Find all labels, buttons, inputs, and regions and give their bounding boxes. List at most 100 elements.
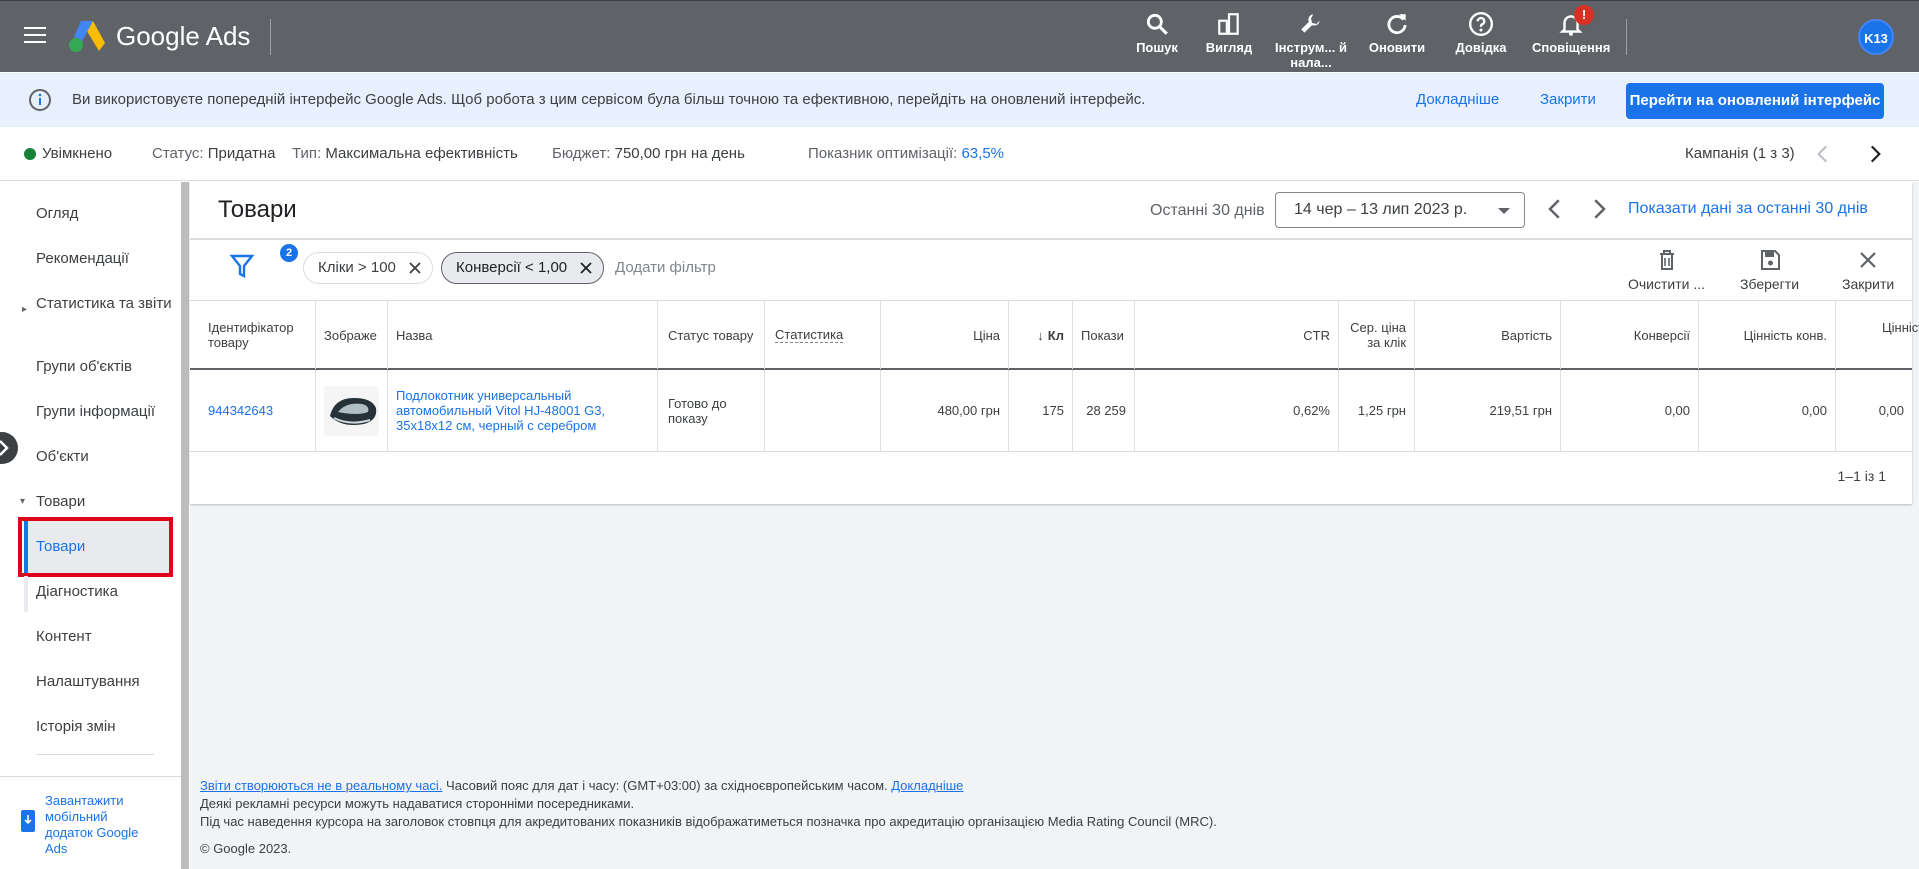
column-header-impressions[interactable]: Покази bbox=[1073, 301, 1135, 369]
refresh-button[interactable]: Оновити bbox=[1360, 11, 1434, 55]
search-label: Пошук bbox=[1136, 40, 1178, 55]
product-image[interactable] bbox=[324, 385, 379, 436]
budget-value: 750,00 грн на день bbox=[614, 145, 745, 162]
column-header-conv-value[interactable]: Цінність конв. bbox=[1699, 301, 1836, 369]
column-header-avg-cpc[interactable]: Сер. ціна за клік bbox=[1339, 301, 1415, 369]
view-label: Вигляд bbox=[1205, 40, 1253, 55]
cell-id: 944342643 bbox=[190, 370, 316, 451]
sort-down-icon: ↓ bbox=[1037, 327, 1044, 343]
google-ads-logo bbox=[69, 21, 105, 52]
budget-label: Бюджет: bbox=[552, 145, 611, 162]
product-title-link[interactable]: Подлокотник универсальный автомобильный … bbox=[396, 388, 627, 433]
trash-icon bbox=[1659, 250, 1674, 270]
type-value: Максимальна ефективність bbox=[325, 145, 518, 162]
table-pagination: 1–1 із 1 bbox=[1837, 468, 1886, 484]
footer-line-3: Під час наведення курсора на заголовок с… bbox=[200, 814, 1217, 829]
cell-ctr: 0,62% bbox=[1135, 370, 1339, 451]
cell-statistics bbox=[765, 370, 881, 451]
switch-interface-button[interactable]: Перейти на оновлений інтерфейс bbox=[1626, 83, 1884, 119]
column-header-conv-value-cost[interactable]: Цінність конв./ вартість bbox=[1836, 301, 1919, 369]
notifications-label: Сповіщення bbox=[1532, 40, 1611, 55]
column-header-statistics[interactable]: Статистика bbox=[765, 301, 881, 369]
wrench-icon bbox=[1274, 11, 1348, 37]
optimization-value[interactable]: 63,5% bbox=[961, 145, 1004, 162]
filter-chip-conversions[interactable]: Конверсії < 1,00 bbox=[441, 252, 605, 284]
sidebar-item-products-group[interactable]: Товари bbox=[36, 493, 85, 511]
view-button[interactable]: Вигляд bbox=[1192, 11, 1266, 55]
tools-button[interactable]: Інструм... й нала... bbox=[1274, 11, 1348, 70]
products-card: Товари Останні 30 днів 14 чер – 13 лип 2… bbox=[190, 182, 1919, 504]
avatar[interactable]: K13 bbox=[1858, 19, 1894, 55]
caret-down-icon: ▾ bbox=[20, 496, 26, 507]
refresh-icon bbox=[1360, 11, 1434, 37]
filter-count-badge: 2 bbox=[280, 244, 298, 262]
info-banner: Ви використовуєте попередній інтерфейс G… bbox=[0, 73, 1919, 127]
banner-close-link[interactable]: Закрити bbox=[1540, 91, 1596, 108]
clear-label: Очистити ... bbox=[1628, 276, 1706, 292]
campaign-state[interactable]: Увімкнено bbox=[42, 145, 112, 162]
sidebar-item-diagnostics[interactable]: Діагностика bbox=[36, 583, 118, 601]
sidebar-item-recommendations[interactable]: Рекомендації bbox=[36, 250, 129, 268]
filter-icon bbox=[229, 254, 255, 278]
divider bbox=[270, 19, 271, 55]
sidebar-item-insights-reports[interactable]: Статистика та звіти bbox=[36, 295, 176, 313]
chevron-right-icon bbox=[0, 440, 9, 456]
show-last-30-days-link[interactable]: Показати дані за останні 30 днів bbox=[1628, 200, 1868, 218]
filter-chip-clicks[interactable]: Кліки > 100 bbox=[303, 252, 433, 284]
close-icon[interactable] bbox=[408, 261, 422, 275]
sidebar-item-products[interactable]: Товари bbox=[36, 538, 85, 556]
column-header-price[interactable]: Ціна bbox=[881, 301, 1009, 369]
chevron-left-icon[interactable] bbox=[1810, 141, 1836, 167]
save-label: Зберегти bbox=[1740, 276, 1800, 292]
mobile-app-promo[interactable]: Завантажити мобільний додаток Google Ads bbox=[0, 776, 181, 869]
sidebar-item-asset-groups[interactable]: Групи об'єктів bbox=[36, 358, 132, 376]
sidebar-item-listing-groups[interactable]: Групи інформації bbox=[36, 403, 155, 421]
footer-line-1: Звіти створюються не в реальному часі. Ч… bbox=[200, 777, 1900, 795]
sidebar-item-change-history[interactable]: Історія змін bbox=[36, 718, 115, 736]
divider bbox=[190, 238, 1912, 240]
next-period-icon[interactable] bbox=[1584, 194, 1614, 224]
date-range-select[interactable]: 14 чер – 13 лип 2023 р. bbox=[1275, 192, 1525, 228]
footer-learn-more-link[interactable]: Докладніше bbox=[891, 778, 963, 793]
dropdown-arrow-icon bbox=[1498, 208, 1510, 214]
sidebar-item-settings[interactable]: Налаштування bbox=[36, 673, 140, 691]
notifications-button[interactable]: ! Сповіщення bbox=[1532, 5, 1611, 55]
campaign-budget: Бюджет: 750,00 грн на день bbox=[552, 145, 745, 162]
search-button[interactable]: Пошук bbox=[1120, 11, 1194, 55]
chevron-right-icon[interactable] bbox=[1862, 141, 1888, 167]
close-icon[interactable] bbox=[579, 261, 593, 275]
column-header-clicks-label: Кл bbox=[1047, 327, 1064, 343]
column-header-conversions[interactable]: Конверсії bbox=[1561, 301, 1699, 369]
column-header-id[interactable]: Ідентифікатор товару bbox=[190, 301, 316, 369]
filter-button[interactable]: 2 bbox=[228, 244, 298, 282]
banner-learn-more-link[interactable]: Докладніше bbox=[1416, 91, 1499, 108]
mobile-app-link[interactable]: Завантажити мобільний додаток Google Ads bbox=[45, 793, 155, 857]
sidebar: Огляд Рекомендації ▸ Статистика та звіти… bbox=[0, 182, 181, 869]
mobile-download-icon bbox=[21, 810, 35, 832]
product-id-link[interactable]: 944342643 bbox=[208, 403, 273, 418]
sidebar-item-content[interactable]: Контент bbox=[36, 628, 92, 646]
column-header-image[interactable]: Зображе bbox=[316, 301, 388, 369]
top-app-bar: Google Ads Пошук Вигляд Інструм... й нал… bbox=[0, 0, 1919, 72]
cell-conv-value: 0,00 bbox=[1699, 370, 1836, 451]
status-value: Придатна bbox=[207, 145, 276, 162]
column-header-status[interactable]: Статус товару bbox=[658, 301, 765, 369]
save-button[interactable]: Зберегти bbox=[1740, 248, 1799, 292]
column-header-ctr[interactable]: CTR bbox=[1135, 301, 1339, 369]
column-header-cost[interactable]: Вартість bbox=[1415, 301, 1561, 369]
sidebar-item-assets[interactable]: Об'єкти bbox=[36, 448, 89, 466]
previous-period-icon[interactable] bbox=[1540, 194, 1570, 224]
close-button[interactable]: Закрити bbox=[1842, 248, 1894, 292]
collapse-sidebar-button[interactable] bbox=[0, 432, 18, 464]
help-button[interactable]: Довідка bbox=[1444, 11, 1518, 55]
sidebar-scrollbar[interactable] bbox=[181, 182, 189, 869]
copyright: © Google 2023. bbox=[200, 841, 292, 856]
column-header-title[interactable]: Назва bbox=[388, 301, 658, 369]
clear-button[interactable]: Очистити ... bbox=[1628, 248, 1705, 292]
sidebar-item-overview[interactable]: Огляд bbox=[36, 205, 78, 223]
close-icon bbox=[1860, 252, 1876, 268]
menu-icon[interactable] bbox=[24, 27, 46, 45]
reports-not-realtime-link[interactable]: Звіти створюються не в реальному часі. bbox=[200, 778, 442, 793]
add-filter-button[interactable]: Додати фільтр bbox=[615, 259, 716, 276]
column-header-clicks[interactable]: ↓ Кл bbox=[1009, 301, 1073, 369]
